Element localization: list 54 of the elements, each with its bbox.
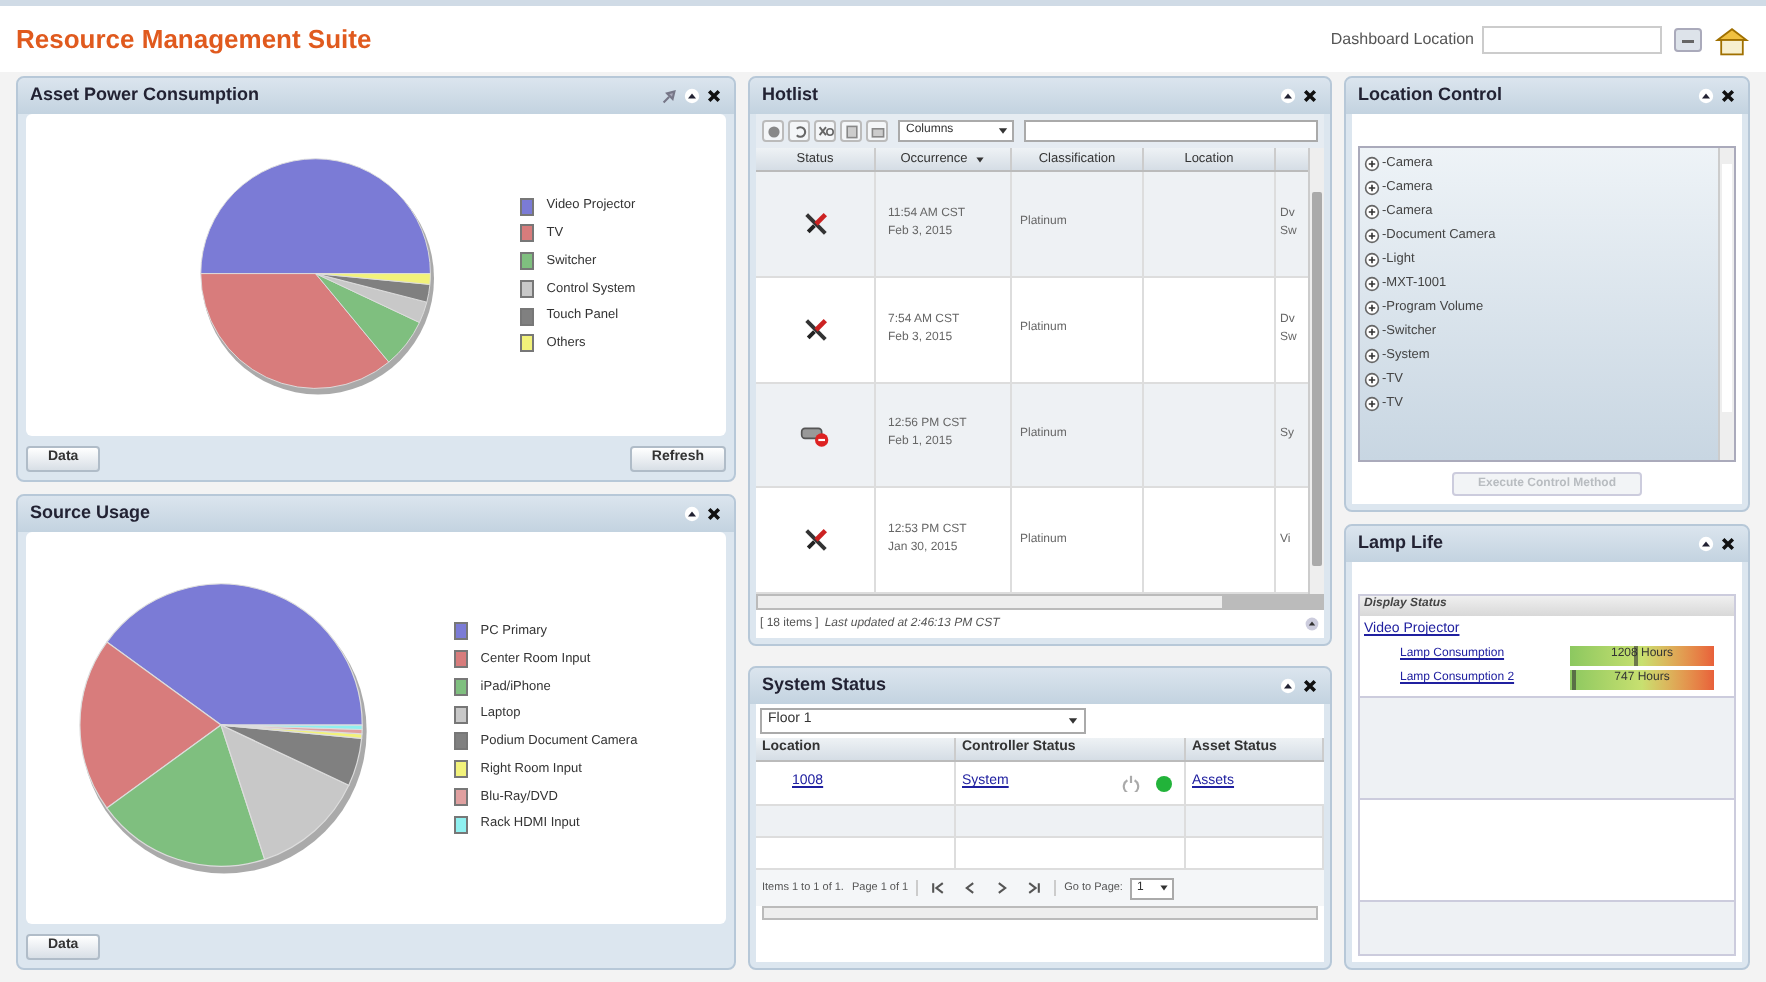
expand-icon[interactable] [1364,251,1380,267]
previous-page-icon[interactable] [962,880,979,896]
next-page-icon[interactable] [994,880,1011,896]
close-icon[interactable] [706,88,722,104]
expand-icon[interactable] [1364,179,1380,195]
expand-icon[interactable] [1304,616,1320,632]
dropdown-icon [996,124,1010,138]
panel-title: Location Control [1358,82,1502,109]
collapse-icon[interactable] [684,88,700,104]
tools-icon [801,526,829,555]
panel-title: Source Usage [30,500,151,527]
sort-icon[interactable] [973,153,986,165]
expand-icon[interactable] [1364,395,1380,411]
tools-icon [801,209,829,238]
scrollbar[interactable] [762,906,1318,920]
collapse-icon[interactable] [1280,678,1296,694]
expand-icon[interactable] [1364,371,1380,387]
expand-icon[interactable] [1364,323,1380,339]
dropdown-icon [1066,714,1080,728]
scrollbar[interactable] [756,594,1324,610]
expand-icon[interactable] [1364,227,1380,243]
expand-icon[interactable] [1364,275,1380,291]
expand-icon[interactable] [1364,299,1380,315]
browse-button[interactable] [1674,27,1702,51]
panel-title: Hotlist [762,82,818,109]
expand-icon[interactable] [1364,155,1380,171]
close-icon[interactable] [1720,88,1736,104]
first-page-icon[interactable] [930,880,947,896]
document-button[interactable] [840,120,862,142]
collapse-icon[interactable] [1698,88,1714,104]
close-icon[interactable] [1720,536,1736,552]
panel-title: Lamp Life [1358,530,1444,557]
field-label: Dashboard Location [1330,27,1474,51]
expand-icon[interactable] [1364,203,1380,219]
close-icon[interactable] [706,506,722,522]
tools-icon [801,315,829,344]
app-title: Resource Management Suite [16,21,372,58]
collapse-icon[interactable] [684,506,700,522]
location-field[interactable] [1482,25,1662,53]
document-icon [843,123,859,139]
expand-icon[interactable] [1364,347,1380,363]
undo-button[interactable] [788,120,810,142]
panel-title: Asset Power Consumption [30,82,260,109]
close-icon[interactable] [1302,88,1318,104]
dropdown-icon [1158,882,1171,894]
last-page-icon[interactable] [1026,880,1043,896]
scrollbar[interactable] [1308,148,1324,594]
filter-field[interactable] [1024,120,1318,142]
collapse-icon[interactable] [1698,536,1714,552]
collapse-icon[interactable] [1280,88,1296,104]
scrollbar[interactable] [1718,148,1734,460]
undo-icon [791,123,807,139]
panel-title: System Status [762,672,887,699]
close-icon[interactable] [1302,678,1318,694]
